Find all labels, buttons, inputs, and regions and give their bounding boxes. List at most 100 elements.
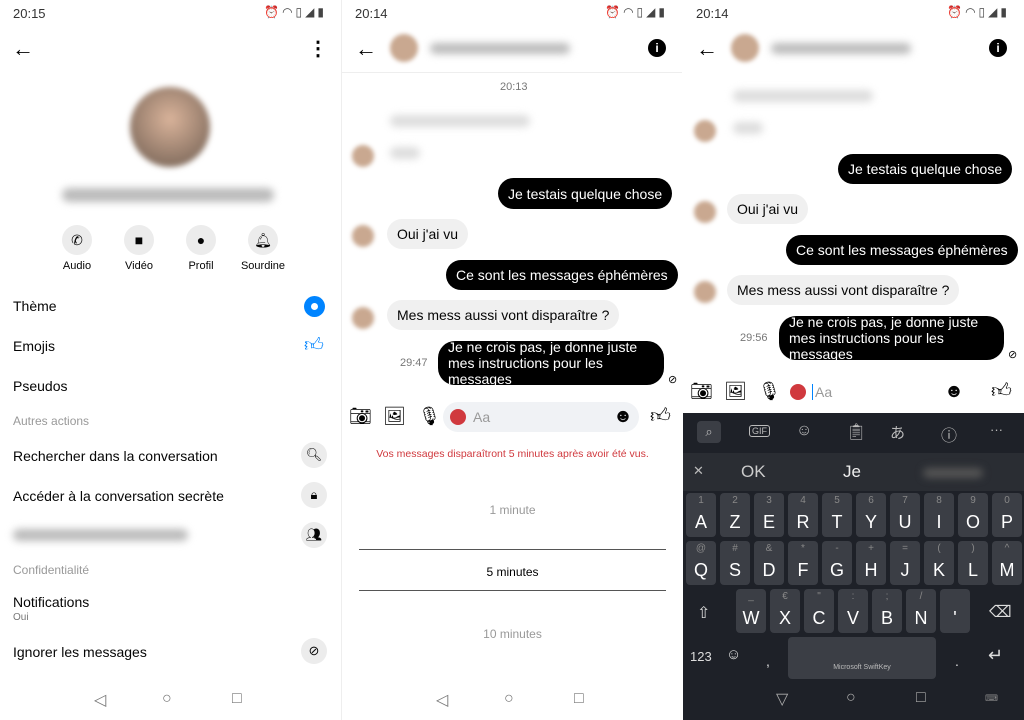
group-icon[interactable]: 👥︎ <box>301 522 327 548</box>
contact-name-blurred[interactable] <box>430 43 570 54</box>
sticker-icon[interactable]: ☺ <box>796 422 812 440</box>
key-D[interactable]: & D <box>754 541 784 585</box>
key-T[interactable]: 5T <box>822 493 852 537</box>
lock-icon[interactable]: 🔒︎ <box>301 482 327 508</box>
key-N[interactable]: / N <box>906 589 936 633</box>
shift-key[interactable]: ⇧ <box>697 603 710 623</box>
menu-secret-conversation[interactable]: Accéder à la conversation secrète <box>13 488 224 504</box>
camera-icon[interactable]: 📷︎ <box>349 406 372 427</box>
menu-notifications[interactable]: Notifications <box>13 594 89 610</box>
gif-icon[interactable]: GIF <box>749 425 770 437</box>
back-arrow-icon[interactable]: ← <box>355 36 377 62</box>
menu-emojis[interactable]: Emojis <box>13 338 55 354</box>
info-circle-icon[interactable]: ⓘ <box>941 422 957 446</box>
key-U[interactable]: 7U <box>890 493 920 537</box>
create-group-blurred[interactable] <box>13 529 188 541</box>
clipboard-icon[interactable]: 📋︎ <box>846 422 866 442</box>
backspace-key[interactable]: ⌫ <box>989 602 1012 622</box>
keyboard-switch-icon[interactable]: ⌨ <box>985 693 998 704</box>
emoji-icon[interactable]: ☻ <box>944 381 964 403</box>
header-avatar[interactable] <box>731 34 759 62</box>
key-M[interactable]: ^ M <box>992 541 1022 585</box>
timer-option[interactable]: 1 minute <box>342 503 682 517</box>
info-icon[interactable]: i <box>989 39 1007 57</box>
message-input[interactable]: Aa ☻ <box>784 377 980 407</box>
like-icon[interactable]: 👍︎ <box>650 404 671 428</box>
bell-icon[interactable]: 🔔︎ <box>248 225 278 255</box>
theme-color-icon[interactable] <box>304 296 325 317</box>
menu-pseudos[interactable]: Pseudos <box>13 378 67 394</box>
key-O[interactable]: 9O <box>958 493 988 537</box>
camera-icon[interactable]: 📷︎ <box>690 381 713 402</box>
thumbs-up-icon[interactable]: 👍︎ <box>304 334 324 357</box>
key-J[interactable]: = J <box>890 541 920 585</box>
key-A[interactable]: 1A <box>686 493 716 537</box>
keyboard-search-icon[interactable]: ⌕ <box>697 421 721 443</box>
key-C[interactable]: " C <box>804 589 834 633</box>
suggestion[interactable]: Je <box>843 462 861 482</box>
phone-icon[interactable]: ✆ <box>62 225 92 255</box>
suggestion[interactable]: OK <box>741 462 766 482</box>
key-'[interactable]: ' <box>940 589 970 633</box>
timer-option[interactable]: 10 minutes <box>342 627 682 641</box>
key-G[interactable]: -G <box>822 541 852 585</box>
image-icon[interactable]: 🖼︎ <box>383 406 406 427</box>
image-icon[interactable]: 🖼︎ <box>724 381 747 402</box>
nav-home-icon[interactable]: ○ <box>846 689 856 707</box>
nav-recents-icon[interactable]: □ <box>916 689 926 707</box>
nav-recents-icon[interactable]: □ <box>574 690 584 708</box>
key-I[interactable]: 8I <box>924 493 954 537</box>
collapse-icon[interactable]: ✕ <box>693 463 704 479</box>
key-L[interactable]: ) L <box>958 541 988 585</box>
back-arrow-icon[interactable]: ← <box>12 36 34 62</box>
microphone-icon[interactable]: 🎙︎ <box>758 381 781 402</box>
key-W[interactable]: _ W <box>736 589 766 633</box>
nav-back-icon[interactable]: ◁ <box>94 690 106 710</box>
timer-icon[interactable] <box>450 409 466 425</box>
more-icon[interactable]: ··· <box>990 422 1003 437</box>
comma-key[interactable]: , <box>766 653 770 669</box>
like-icon[interactable]: 👍︎ <box>991 379 1012 403</box>
menu-search-conversation[interactable]: Rechercher dans la conversation <box>13 448 218 464</box>
translate-icon[interactable]: あ <box>890 422 905 443</box>
menu-theme[interactable]: Thème <box>13 298 57 314</box>
key-E[interactable]: 3E <box>754 493 784 537</box>
search-icon[interactable]: 🔍︎ <box>301 442 327 468</box>
contact-name-blurred[interactable] <box>771 43 911 54</box>
nav-back-icon[interactable]: ▽ <box>776 689 788 709</box>
nav-back-icon[interactable]: ◁ <box>436 690 448 710</box>
key-B[interactable]: ; B <box>872 589 902 633</box>
key-K[interactable]: (K <box>924 541 954 585</box>
header-avatar[interactable] <box>390 34 418 62</box>
timer-option-selected[interactable]: 5 minutes <box>342 565 682 579</box>
key-S[interactable]: # S <box>720 541 750 585</box>
period-key[interactable]: . <box>955 653 959 669</box>
menu-ignore-messages[interactable]: Ignorer les messages <box>13 644 147 660</box>
key-Q[interactable]: @ Q <box>686 541 716 585</box>
nav-home-icon[interactable]: ○ <box>504 690 514 708</box>
ignore-icon[interactable]: ⊘ <box>301 638 327 664</box>
timer-icon[interactable] <box>790 384 806 400</box>
key-F[interactable]: * F <box>788 541 818 585</box>
microphone-icon[interactable]: 🎙︎ <box>418 406 441 427</box>
more-options-icon[interactable]: ⋮ <box>308 36 328 61</box>
nav-recents-icon[interactable]: □ <box>232 690 242 708</box>
space-key[interactable]: Microsoft SwiftKey <box>788 637 936 679</box>
key-H[interactable]: + H <box>856 541 886 585</box>
info-icon[interactable]: i <box>648 39 666 57</box>
enter-key[interactable]: ↵ <box>988 645 1003 666</box>
back-arrow-icon[interactable]: ← <box>696 36 718 62</box>
emoji-key[interactable]: ☺ <box>726 646 741 663</box>
key-V[interactable]: :V <box>838 589 868 633</box>
video-icon[interactable]: ■ <box>124 225 154 255</box>
emoji-icon[interactable]: ☻ <box>613 406 633 428</box>
key-R[interactable]: 4R <box>788 493 818 537</box>
numbers-key[interactable]: 123 <box>690 649 712 664</box>
suggestion-blurred[interactable] <box>923 468 983 478</box>
key-Z[interactable]: 2Z <box>720 493 750 537</box>
message-input[interactable]: Aa ☻ <box>443 402 639 432</box>
key-P[interactable]: 0P <box>992 493 1022 537</box>
key-Y[interactable]: 6Y <box>856 493 886 537</box>
key-X[interactable]: € X <box>770 589 800 633</box>
nav-home-icon[interactable]: ○ <box>162 690 172 708</box>
